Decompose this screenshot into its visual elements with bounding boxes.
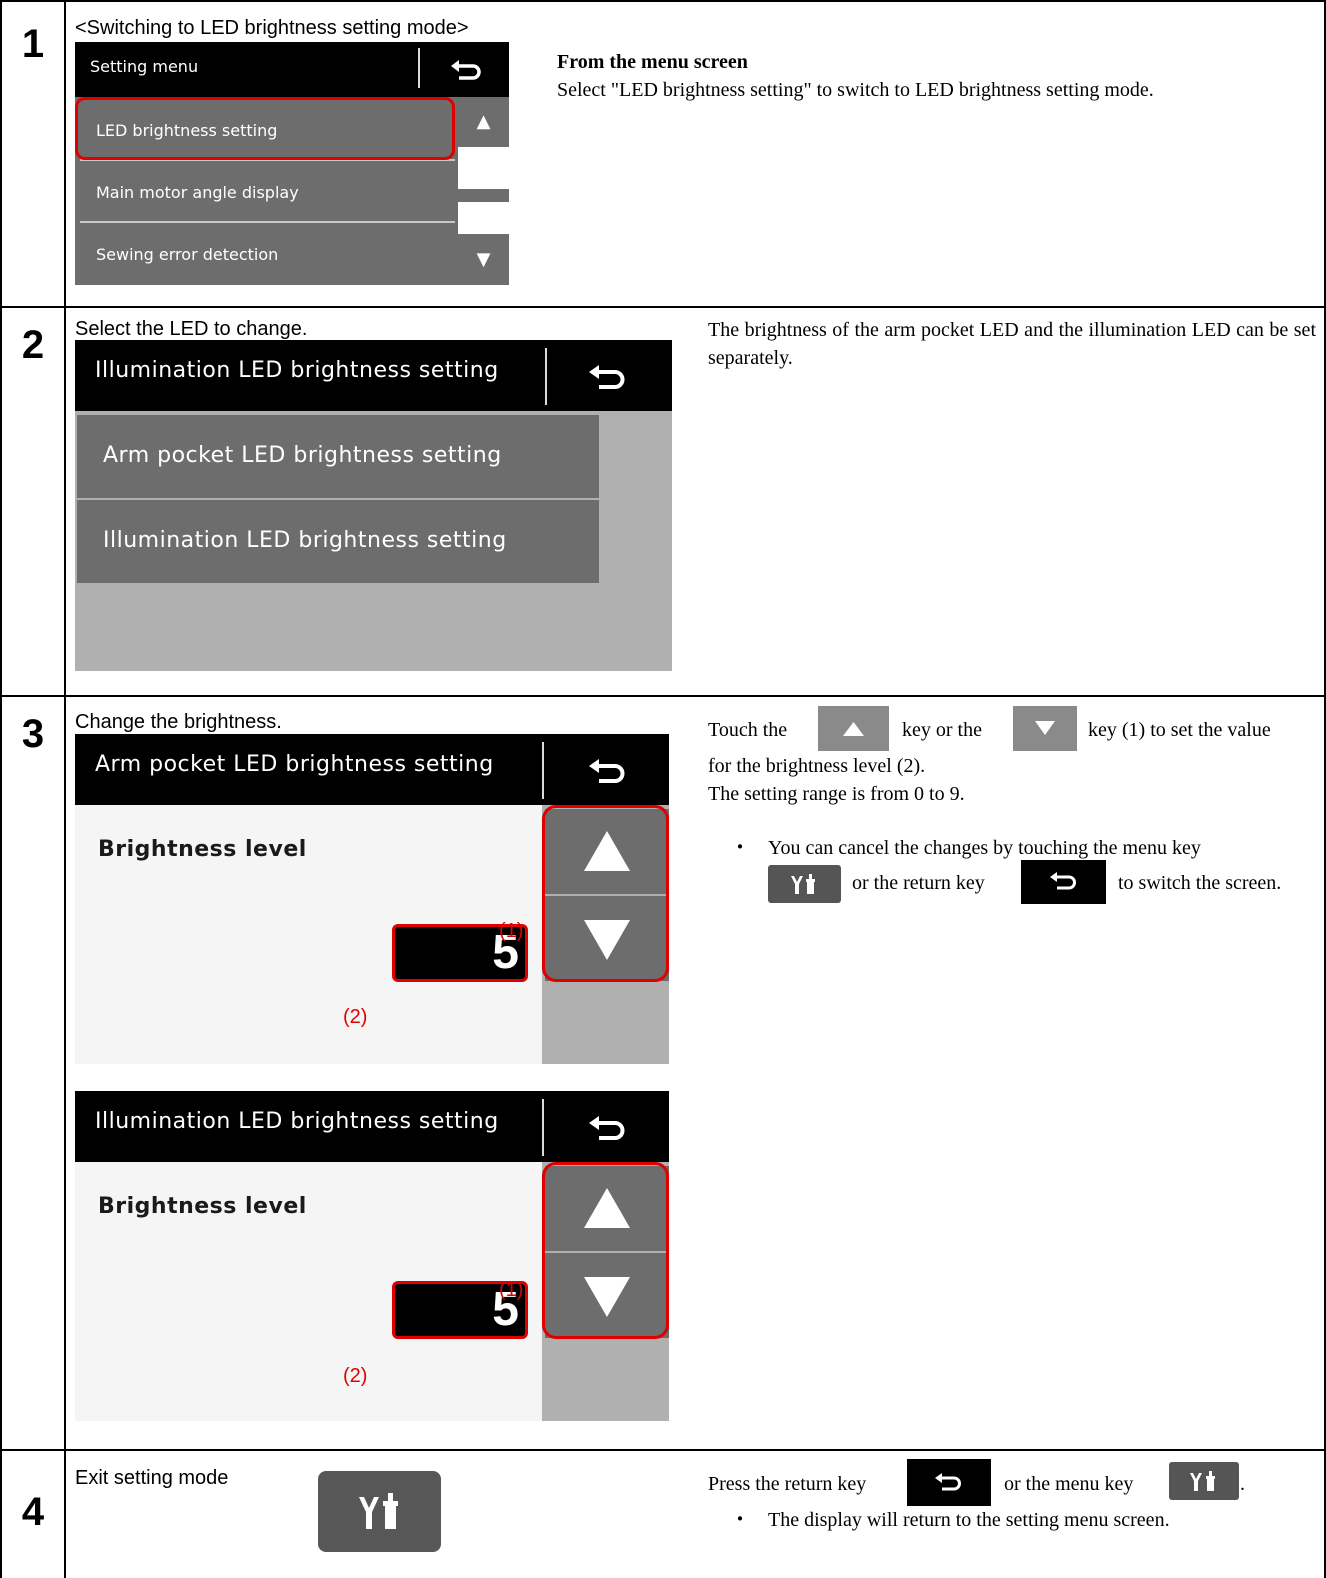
text-touch-the: Touch the — [708, 719, 788, 741]
wrench-screwdriver-icon — [359, 1493, 398, 1529]
return-arrow-icon[interactable] — [583, 360, 629, 392]
row-divider — [0, 306, 1326, 308]
down-key-inline — [1013, 706, 1077, 751]
illumination-brightness-screen: Illumination LED brightness setting Brig… — [75, 1091, 669, 1421]
row-divider — [0, 695, 1326, 697]
brightness-level-label: Brightness level — [98, 1194, 307, 1219]
callout-value: (2) — [343, 1365, 368, 1387]
screen-title: Illumination LED brightness setting — [95, 1109, 499, 1134]
return-arrow-icon[interactable] — [445, 55, 485, 83]
header-separator — [545, 348, 547, 405]
up-key-inline — [818, 706, 889, 751]
menu-key-inline — [1169, 1462, 1239, 1500]
arm-pocket-brightness-screen: Arm pocket LED brightness setting Bright… — [75, 734, 669, 1064]
text-return-to-menu: The display will return to the setting m… — [768, 1509, 1170, 1531]
text-press-return-key: Press the return key — [708, 1473, 867, 1495]
wrench-screwdriver-icon — [791, 874, 815, 894]
step-heading: From the menu screen — [557, 51, 748, 73]
triangle-down-icon — [1035, 721, 1055, 735]
triangle-up-icon — [843, 722, 864, 736]
illumination-led-button[interactable]: Illumination LED brightness setting — [77, 500, 599, 583]
menu-key-inline — [768, 865, 841, 903]
highlight-frame — [542, 805, 669, 982]
callout-keys: (1) — [499, 920, 524, 942]
highlight-frame — [75, 97, 455, 160]
screen-title: Illumination LED brightness setting — [95, 358, 499, 383]
screen-title: Arm pocket LED brightness setting — [95, 752, 494, 777]
step-caption: Select the LED to change. — [75, 318, 308, 340]
step-number: 1 — [21, 22, 45, 66]
screen-header: Illumination LED brightness setting — [75, 1091, 669, 1162]
header-separator — [418, 48, 420, 88]
return-arrow-icon[interactable] — [583, 1111, 629, 1143]
step-number: 4 — [21, 1490, 45, 1534]
scroll-track — [458, 202, 509, 234]
return-key-inline — [907, 1459, 991, 1506]
scroll-track — [458, 147, 509, 189]
text-period: . — [1240, 1473, 1245, 1495]
step-number: 2 — [21, 323, 45, 367]
triangle-down-icon[interactable]: ▼ — [458, 235, 509, 285]
step-caption: <Switching to LED brightness setting mod… — [75, 17, 469, 39]
text-or-return-key: or the return key — [852, 872, 985, 894]
text-brightness-level: for the brightness level (2). — [708, 755, 926, 777]
menu-item-main-motor-angle[interactable]: Main motor angle display — [80, 161, 455, 220]
led-select-screen: Illumination LED brightness setting Arm … — [75, 340, 672, 671]
highlight-frame — [542, 1162, 669, 1339]
screen-title: Setting menu — [90, 57, 199, 76]
text-or-menu-key: or the menu key — [1004, 1473, 1134, 1495]
return-arrow-icon — [935, 1473, 961, 1491]
header-separator — [542, 742, 544, 799]
bullet: ・ — [730, 1509, 750, 1531]
column-divider — [64, 0, 66, 1578]
header-separator — [542, 1099, 544, 1156]
screen-header: Arm pocket LED brightness setting — [75, 734, 669, 805]
setting-menu-screen: Setting menu LED brightness setting Main… — [75, 42, 509, 285]
return-key-inline — [1021, 860, 1106, 904]
text-cancel-changes: You can cancel the changes by touching t… — [768, 837, 1201, 859]
text-setting-range: The setting range is from 0 to 9. — [708, 783, 965, 805]
callout-value: (2) — [343, 1006, 368, 1028]
step-caption: Exit setting mode — [75, 1467, 229, 1489]
menu-key[interactable] — [318, 1471, 441, 1552]
table-border-top — [0, 0, 1326, 2]
return-arrow-icon — [1050, 872, 1076, 890]
arm-pocket-led-button[interactable]: Arm pocket LED brightness setting — [77, 415, 599, 498]
screen-header: Illumination LED brightness setting — [75, 340, 672, 411]
callout-keys: (1) — [499, 1279, 524, 1301]
bullet: ・ — [730, 837, 750, 859]
return-arrow-icon[interactable] — [583, 754, 629, 786]
text-to-switch: to switch the screen. — [1118, 872, 1282, 894]
text-key-set-value: key (1) to set the value — [1088, 719, 1271, 741]
wrench-screwdriver-icon — [1190, 1471, 1215, 1491]
step-caption: Change the brightness. — [75, 711, 282, 733]
step-description: Select "LED brightness setting" to switc… — [557, 79, 1154, 101]
text-key-or-the: key or the — [902, 719, 982, 741]
brightness-level-label: Brightness level — [98, 837, 307, 862]
row-divider — [0, 1449, 1326, 1451]
triangle-up-icon[interactable]: ▲ — [458, 97, 509, 147]
step-2-text: The brightness of the arm pocket LED and… — [708, 319, 1316, 369]
screen-header: Setting menu — [75, 42, 509, 97]
table-border-left — [0, 0, 2, 1578]
menu-item-sewing-error[interactable]: Sewing error detection — [80, 223, 455, 282]
step-number: 3 — [21, 712, 45, 756]
step-1-text: From the menu screen Select "LED brightn… — [557, 48, 1297, 104]
